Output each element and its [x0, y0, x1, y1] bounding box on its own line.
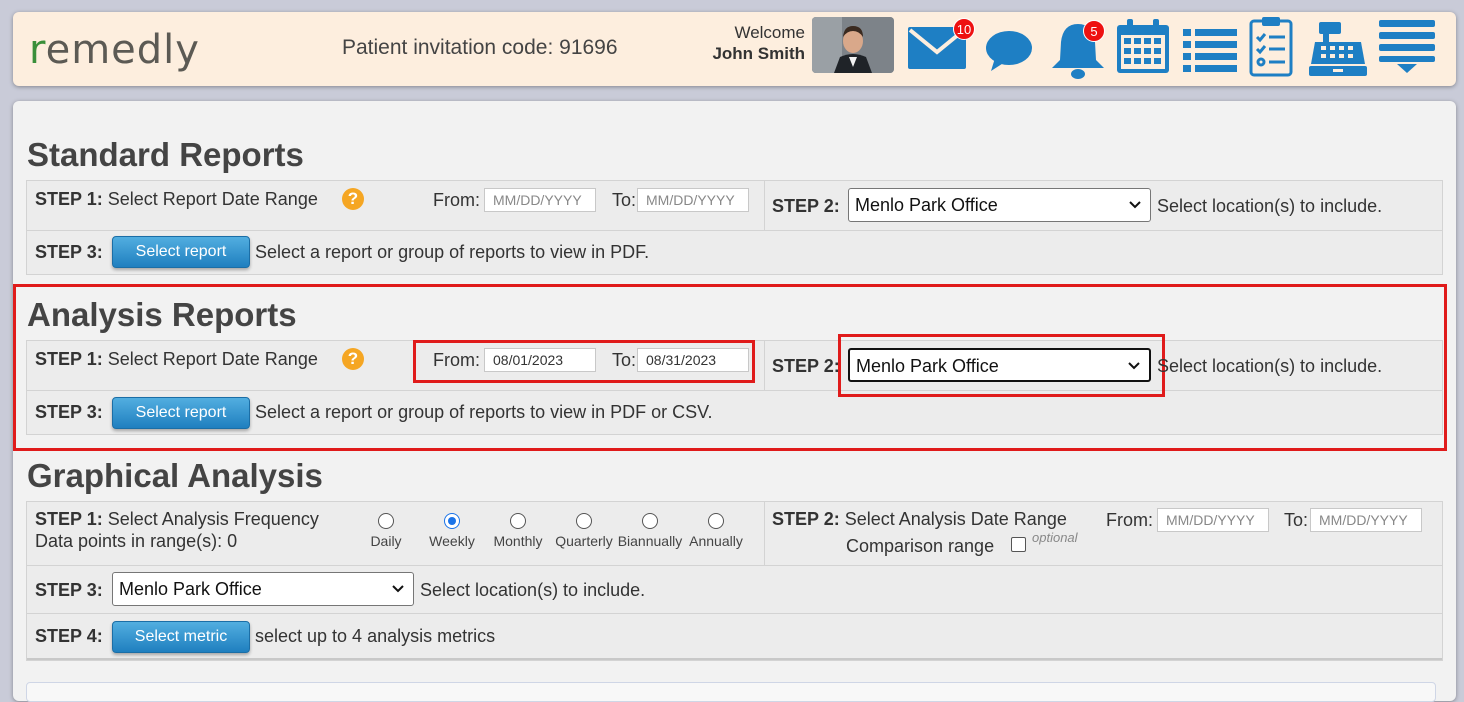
graphical-step3-label: STEP 3:	[35, 580, 103, 600]
frequency-weekly[interactable]: Weekly	[427, 513, 477, 549]
graphical-location-select[interactable]: Menlo Park Office	[112, 572, 414, 606]
analysis-step2-text: Select location(s) to include.	[1157, 356, 1383, 376]
mail-icon[interactable]: 10	[907, 18, 975, 75]
radio-button-selected[interactable]	[444, 513, 460, 529]
analysis-step1: STEP 1: Select Report Date Range	[35, 349, 318, 369]
remedly-logo[interactable]: remedly	[29, 30, 200, 70]
graphical-from-date-input[interactable]	[1157, 508, 1269, 532]
help-icon[interactable]: ?	[342, 348, 364, 370]
standard-select-report-button[interactable]: Select report	[112, 236, 250, 268]
standard-step2-label: STEP 2:	[772, 196, 840, 216]
mail-count-badge: 10	[953, 18, 975, 40]
standard-step3-text: Select a report or group of reports to v…	[255, 242, 650, 262]
clipboard-checklist-icon[interactable]	[1249, 15, 1293, 82]
patient-invitation-code: Patient invitation code: 91696	[342, 36, 618, 59]
notification-count-badge: 5	[1083, 20, 1105, 42]
chevron-down-icon	[392, 585, 404, 593]
chevron-down-icon	[1129, 201, 1141, 209]
comparison-range-label: Comparison range	[846, 536, 995, 556]
frequency-quarterly[interactable]: Quarterly	[554, 513, 614, 549]
avatar[interactable]	[812, 17, 894, 73]
frequency-biannually[interactable]: Biannually	[617, 513, 683, 549]
analysis-location-select[interactable]: Menlo Park Office	[848, 348, 1151, 382]
standard-step1: STEP 1: Select Report Date Range	[35, 189, 318, 209]
graphical-analysis-title: Graphical Analysis	[27, 457, 323, 494]
graphical-step4-label: STEP 4:	[35, 626, 103, 646]
cash-register-icon[interactable]	[1309, 20, 1367, 81]
top-header: remedly Patient invitation code: 91696 W…	[13, 12, 1456, 86]
data-points-count: Data points in range(s): 0	[35, 531, 238, 551]
calendar-icon[interactable]	[1115, 17, 1171, 80]
standard-step3-label: STEP 3:	[35, 242, 103, 262]
analysis-from-date-input[interactable]	[484, 348, 596, 372]
help-icon[interactable]: ?	[342, 188, 364, 210]
standard-reports-title: Standard Reports	[27, 136, 304, 173]
frequency-daily[interactable]: Daily	[366, 513, 406, 549]
analysis-to-label: To:	[612, 350, 637, 370]
radio-button[interactable]	[642, 513, 658, 529]
radio-button[interactable]	[576, 513, 592, 529]
list-icon[interactable]	[1183, 28, 1237, 77]
radio-button[interactable]	[378, 513, 394, 529]
optional-note: optional	[1032, 530, 1078, 545]
bottom-panel-edge	[26, 682, 1436, 702]
analysis-select-report-button[interactable]: Select report	[112, 397, 250, 429]
frequency-annually[interactable]: Annually	[687, 513, 745, 549]
graphical-step2: STEP 2: Select Analysis Date Range	[772, 509, 1067, 529]
analysis-from-label: From:	[433, 350, 480, 370]
analysis-to-date-input[interactable]	[637, 348, 749, 372]
notification-bell-icon[interactable]: 5	[1049, 20, 1107, 87]
graphical-from-label: From:	[1106, 510, 1153, 530]
standard-from-label: From:	[433, 190, 480, 210]
select-metric-button[interactable]: Select metric	[112, 621, 250, 653]
welcome-text: Welcome	[734, 23, 805, 42]
analysis-step3-text: Select a report or group of reports to v…	[255, 402, 713, 422]
analysis-step2-label: STEP 2:	[772, 356, 840, 376]
comparison-range-checkbox[interactable]	[1011, 537, 1026, 552]
graphical-step1: STEP 1: Select Analysis Frequency	[35, 509, 319, 529]
frequency-monthly[interactable]: Monthly	[490, 513, 546, 549]
welcome-block: Welcome John Smith	[712, 22, 805, 64]
graphical-step3-text: Select location(s) to include.	[420, 580, 646, 600]
graphical-to-label: To:	[1284, 510, 1309, 530]
standard-location-select[interactable]: Menlo Park Office	[848, 188, 1151, 222]
standard-to-date-input[interactable]	[637, 188, 749, 212]
standard-from-date-input[interactable]	[484, 188, 596, 212]
user-name: John Smith	[712, 44, 805, 63]
standard-step2-text: Select location(s) to include.	[1157, 196, 1383, 216]
dropdown-menu-icon[interactable]	[1379, 20, 1435, 79]
standard-to-label: To:	[612, 190, 637, 210]
radio-button[interactable]	[708, 513, 724, 529]
graphical-to-date-input[interactable]	[1310, 508, 1422, 532]
chevron-down-icon	[1128, 362, 1140, 370]
analysis-reports-title: Analysis Reports	[27, 296, 297, 333]
graphical-step4-text: select up to 4 analysis metrics	[255, 626, 496, 646]
radio-button[interactable]	[510, 513, 526, 529]
chat-icon[interactable]	[985, 30, 1033, 77]
analysis-step3-label: STEP 3:	[35, 402, 103, 422]
